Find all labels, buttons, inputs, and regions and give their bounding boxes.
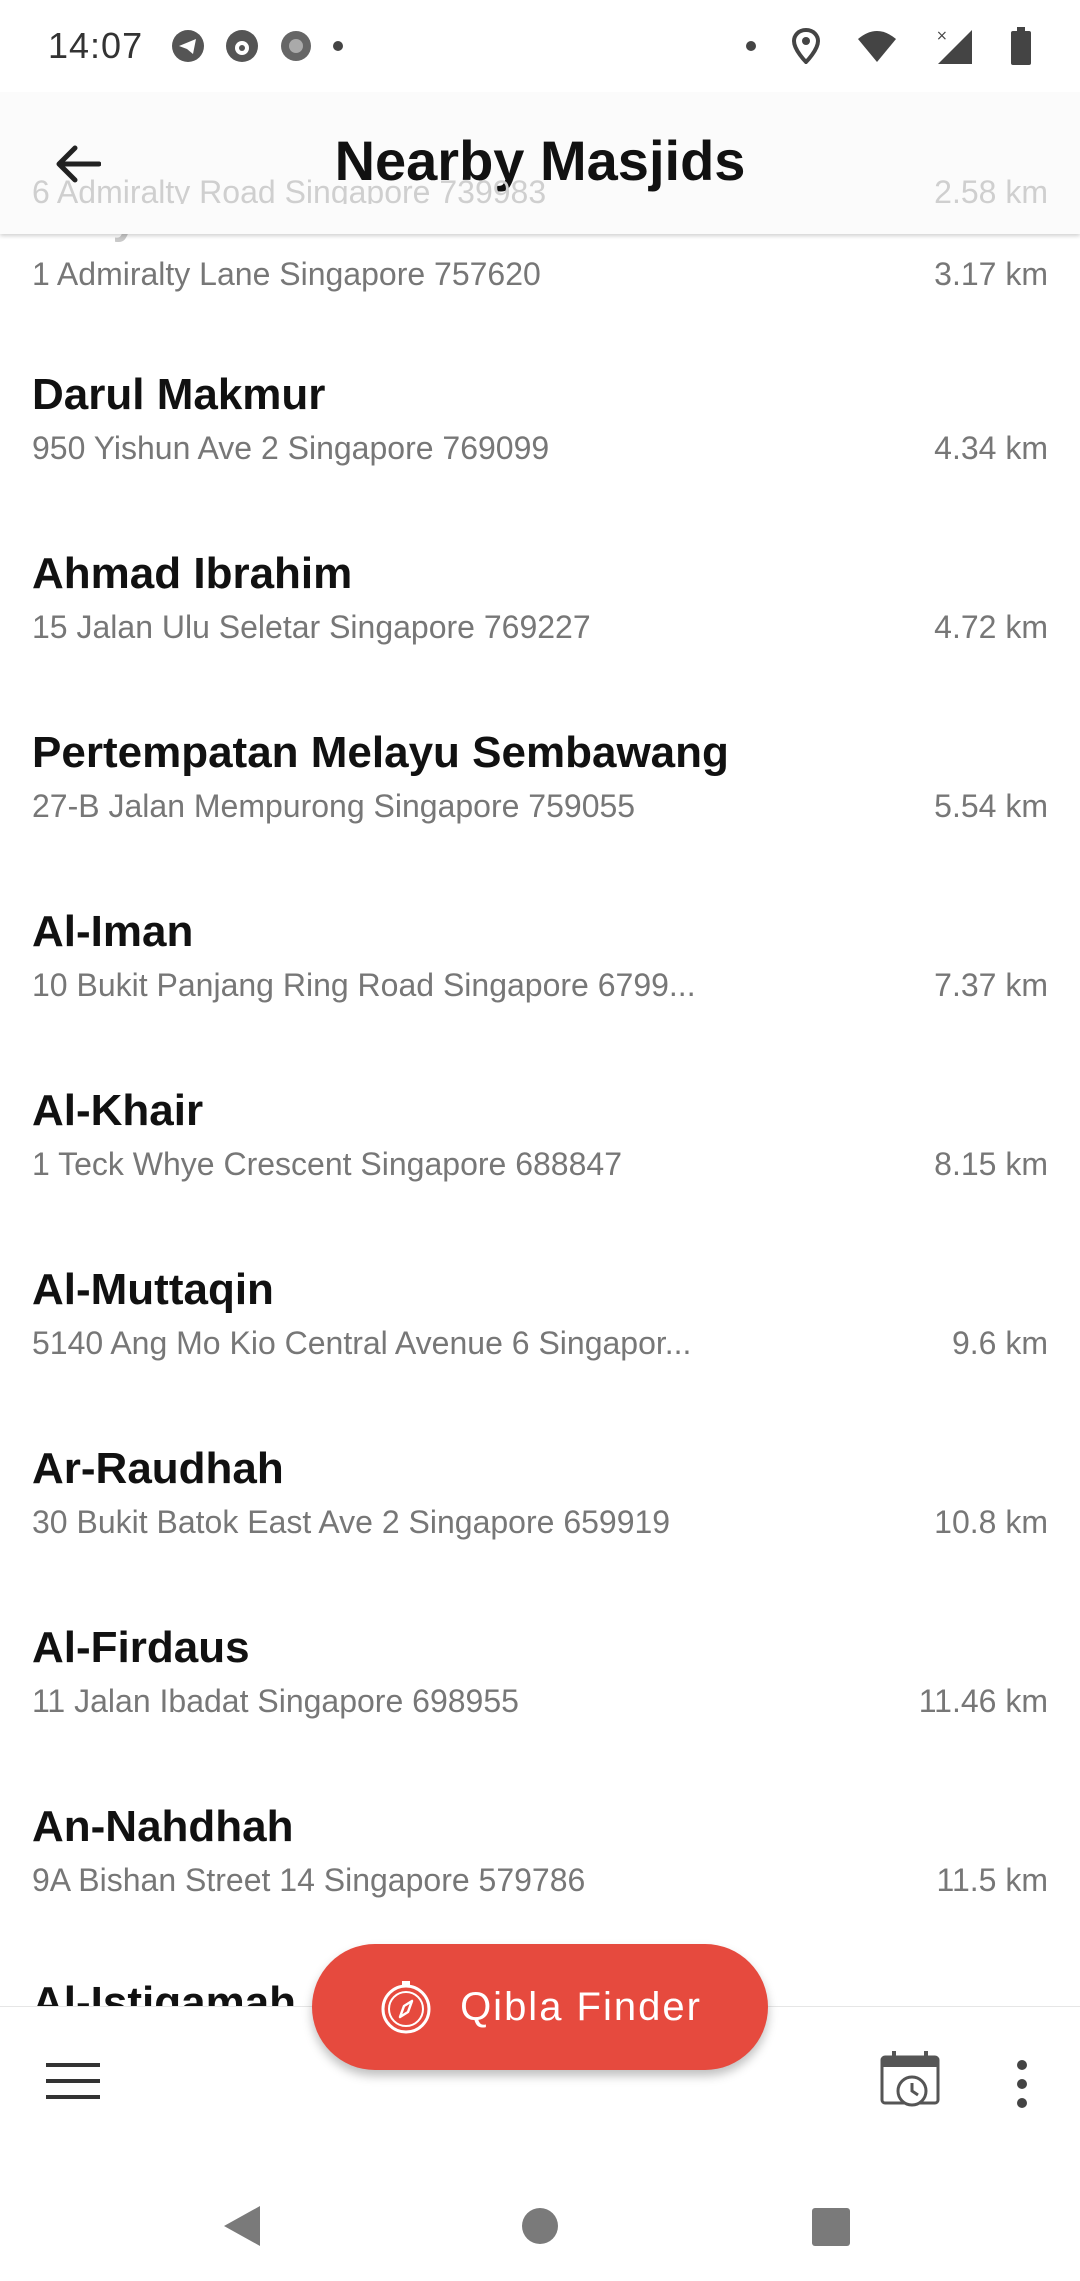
app-notification-icon bbox=[226, 30, 259, 62]
calendar-clock-icon[interactable] bbox=[880, 2049, 942, 2111]
masjid-name: Al-Firdaus bbox=[32, 1623, 250, 1672]
masjid-name: Pertempatan Melayu Sembawang bbox=[32, 728, 729, 777]
masjid-address: 30 Bukit Batok East Ave 2 Singapore 6599… bbox=[32, 1504, 671, 1540]
scrolled-item-address-peek: 6 Admiralty Road Singapore 739983 2.58 k… bbox=[32, 174, 1048, 204]
list-item[interactable]: An-Nahdhah 9A Bishan Street 14 Singapore… bbox=[32, 1802, 1048, 1898]
masjid-address: 5140 Ang Mo Kio Central Avenue 6 Singapo… bbox=[32, 1325, 692, 1361]
list-item[interactable]: Darul Makmur 950 Yishun Ave 2 Singapore … bbox=[32, 370, 1048, 466]
peek-distance: 2.58 km bbox=[934, 174, 1048, 204]
masjid-name: Ahmad Ibrahim bbox=[32, 549, 353, 598]
peek-address: 6 Admiralty Road Singapore 739983 bbox=[32, 174, 547, 204]
signal-icon: × bbox=[936, 28, 972, 64]
masjid-distance: 9.6 km bbox=[951, 1325, 1048, 1361]
masjid-distance: 8.15 km bbox=[934, 1146, 1048, 1182]
status-time: 14:07 bbox=[48, 25, 144, 66]
notification-dot bbox=[746, 41, 756, 51]
masjid-distance: 5.54 km bbox=[934, 788, 1048, 824]
masjid-name: An-Nahdhah bbox=[32, 1802, 294, 1851]
masjid-address: 11 Jalan Ibadat Singapore 698955 bbox=[32, 1683, 519, 1719]
menu-icon[interactable] bbox=[46, 2061, 100, 2101]
qibla-finder-button[interactable]: Qibla Finder bbox=[312, 1944, 768, 2070]
list-item[interactable]: Al-Firdaus 11 Jalan Ibadat Singapore 698… bbox=[32, 1623, 1048, 1719]
list-item[interactable]: Al-Khair 1 Teck Whye Crescent Singapore … bbox=[32, 1086, 1048, 1182]
nav-home-button[interactable] bbox=[522, 2208, 558, 2244]
more-notifications-dot bbox=[333, 41, 344, 51]
masjid-address: 950 Yishun Ave 2 Singapore 769099 bbox=[32, 430, 550, 466]
masjid-distance: 10.8 km bbox=[934, 1504, 1048, 1540]
qibla-finder-label: Qibla Finder bbox=[460, 1984, 702, 2029]
system-icons: × bbox=[746, 26, 1032, 66]
masjid-address: 10 Bukit Panjang Ring Road Singapore 679… bbox=[32, 967, 696, 1003]
system-nav-bar bbox=[0, 2160, 1080, 2280]
list-item[interactable]: Ar-Raudhah 30 Bukit Batok East Ave 2 Sin… bbox=[32, 1444, 1048, 1540]
telegram-icon bbox=[172, 30, 205, 62]
masjid-address: 1 Admiralty Lane Singapore 757620 bbox=[32, 256, 541, 292]
masjid-distance: 4.72 km bbox=[934, 609, 1048, 645]
masjid-name: Al-Muttaqin bbox=[32, 1265, 274, 1314]
settings-notification-icon bbox=[281, 31, 312, 61]
list-item[interactable]: Al-Iman 10 Bukit Panjang Ring Road Singa… bbox=[32, 907, 1048, 1003]
masjid-name: Ar-Raudhah bbox=[32, 1444, 284, 1493]
svg-text:×: × bbox=[936, 28, 948, 44]
compass-icon bbox=[381, 1981, 431, 2034]
status-bar: 14:07 × bbox=[0, 0, 1080, 92]
list-item[interactable]: Al-Muttaqin 5140 Ang Mo Kio Central Aven… bbox=[32, 1265, 1048, 1361]
list-item[interactable]: Pertempatan Melayu Sembawang 27-B Jalan … bbox=[32, 728, 1048, 824]
wifi-icon bbox=[858, 31, 896, 62]
masjid-distance: 11.5 km bbox=[936, 1862, 1048, 1898]
masjid-name: Al-Iman bbox=[32, 907, 194, 956]
masjid-address: 15 Jalan Ulu Seletar Singapore 769227 bbox=[32, 609, 591, 645]
masjid-address: 27-B Jalan Mempurong Singapore 759055 bbox=[32, 788, 636, 824]
masjid-name: Al-Khair bbox=[32, 1086, 204, 1135]
list-item[interactable]: Ahmad Ibrahim 15 Jalan Ulu Seletar Singa… bbox=[32, 549, 1048, 645]
app-bar: 6 Admiralty Road Singapore 739983 2.58 k… bbox=[0, 92, 1080, 234]
masjid-address: 9A Bishan Street 14 Singapore 579786 bbox=[32, 1862, 586, 1898]
battery-icon bbox=[1011, 27, 1031, 65]
masjid-distance: 4.34 km bbox=[934, 430, 1048, 466]
masjid-distance: 11.46 km bbox=[918, 1683, 1048, 1719]
masjid-address: 1 Teck Whye Crescent Singapore 688847 bbox=[32, 1146, 622, 1182]
nav-recents-button[interactable] bbox=[812, 2208, 850, 2246]
location-icon bbox=[792, 28, 820, 64]
masjid-distance: 3.17 km bbox=[934, 256, 1048, 292]
notification-icons bbox=[171, 29, 344, 63]
nav-back-icon[interactable] bbox=[222, 2204, 262, 2248]
masjid-name: Darul Makmur bbox=[32, 370, 326, 419]
masjid-distance: 7.37 km bbox=[934, 967, 1048, 1003]
more-vert-icon[interactable] bbox=[1012, 2059, 1032, 2109]
